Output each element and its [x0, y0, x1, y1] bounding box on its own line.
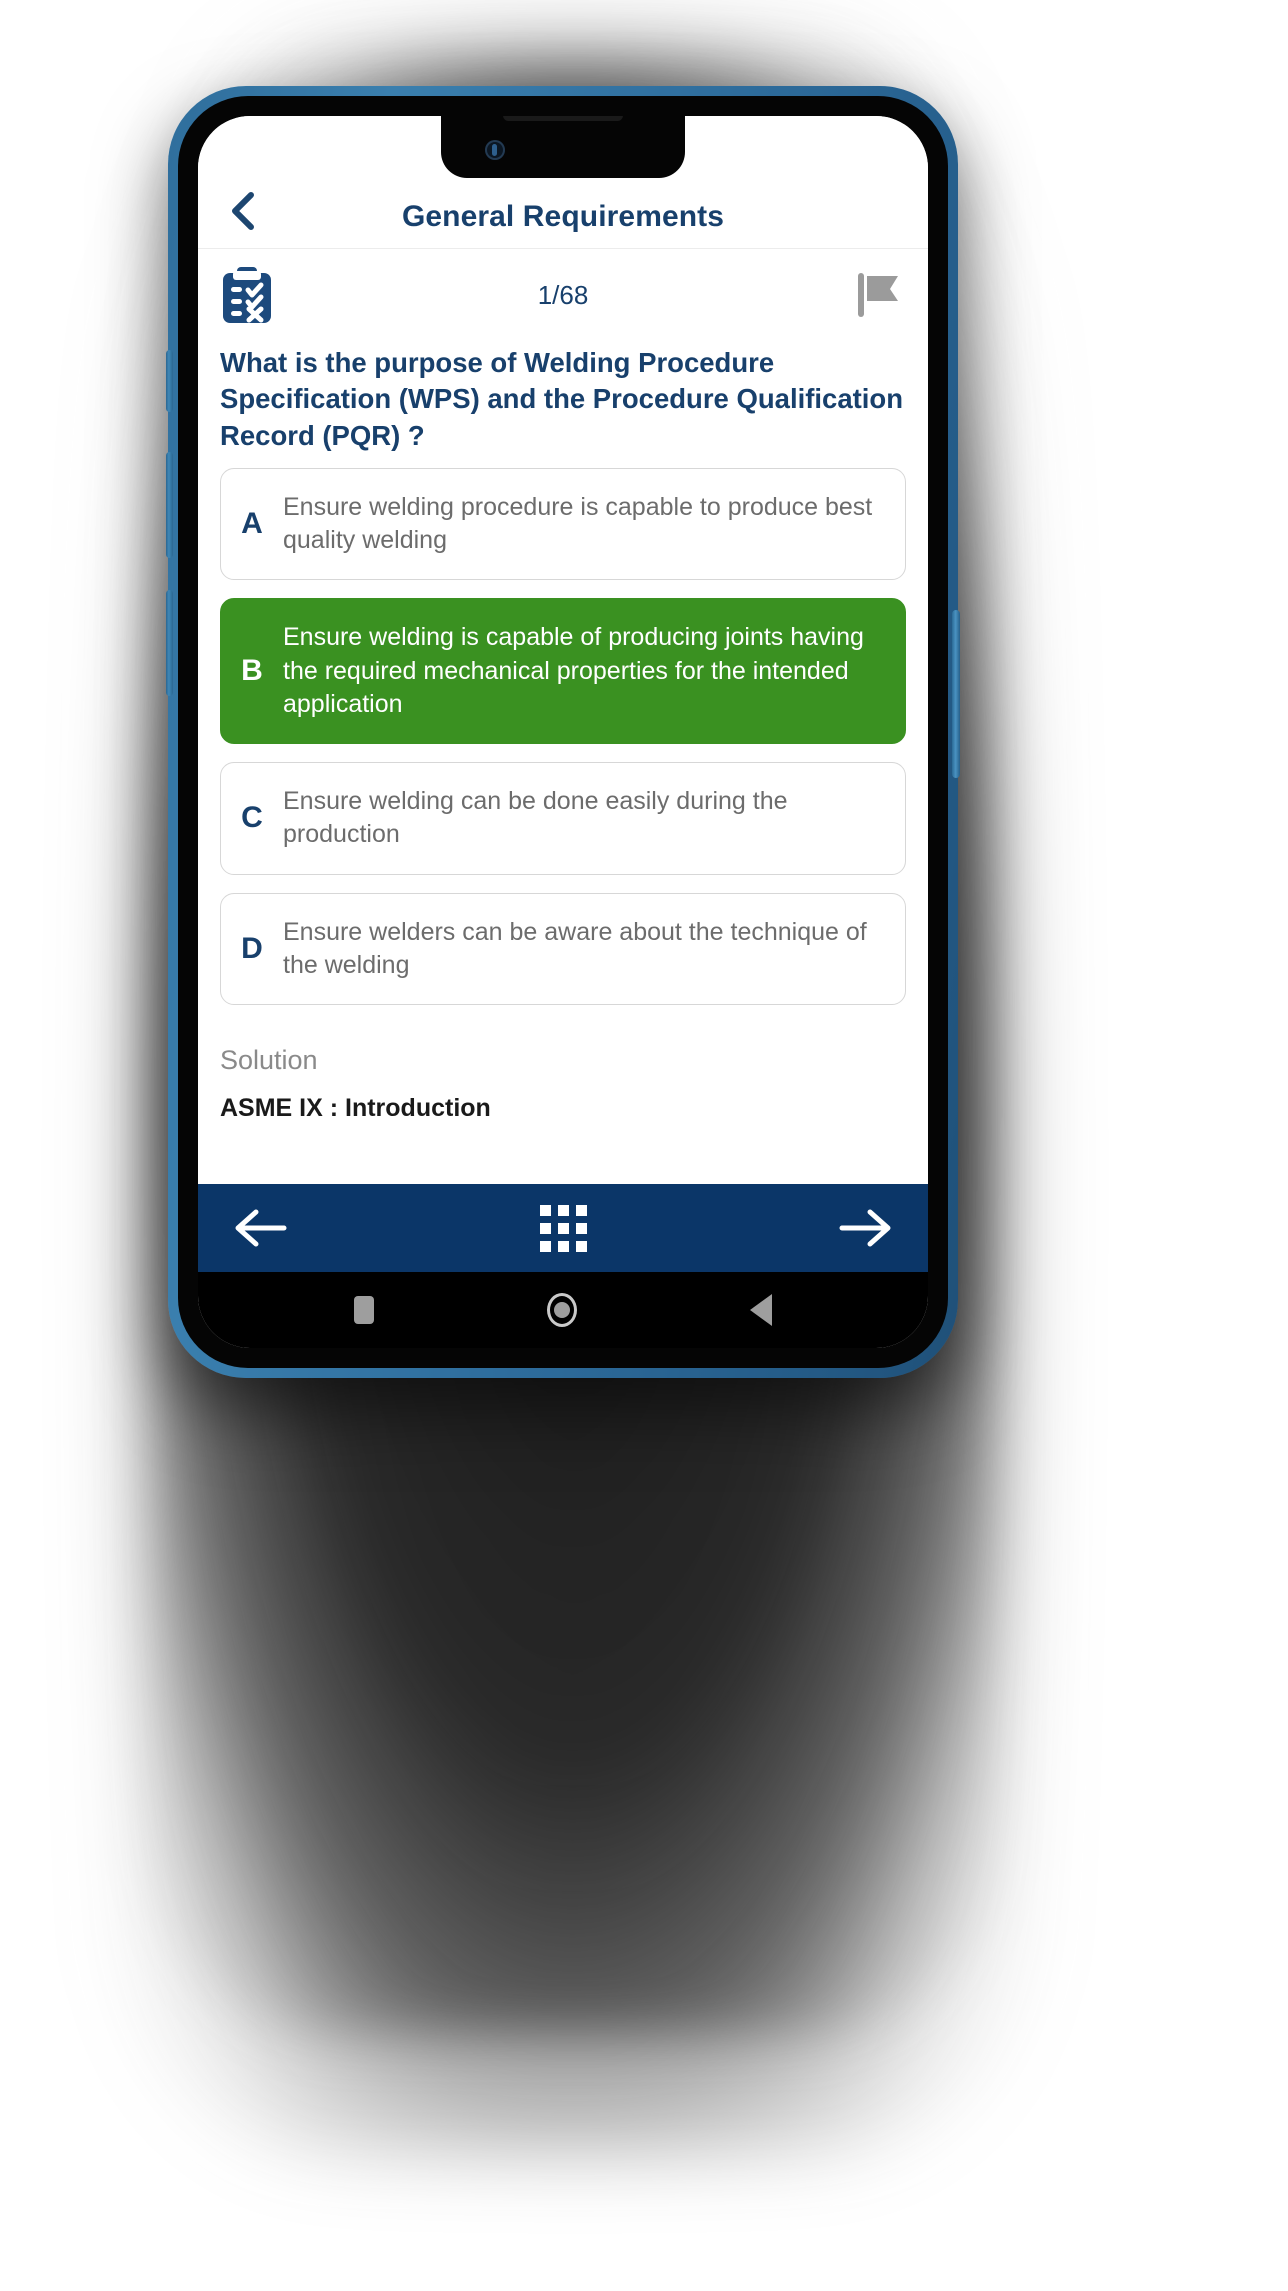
arrow-right-icon [839, 1209, 891, 1247]
mute-switch[interactable] [166, 350, 173, 412]
quiz-bottom-nav [198, 1184, 928, 1272]
question-text: What is the purpose of Welding Procedure… [220, 347, 904, 451]
clipboard-checklist-icon[interactable] [220, 265, 274, 325]
option-letter: A [241, 507, 263, 541]
page-title: General Requirements [401, 200, 725, 233]
option-text: Ensure welding procedure is capable to p… [283, 492, 873, 555]
front-camera [485, 140, 505, 160]
solution-reference: ASME IX : Introduction [220, 1094, 491, 1123]
quiz-meta-row: 1/68 [198, 249, 928, 341]
option-letter: D [241, 931, 263, 965]
circle-home-icon[interactable] [546, 1293, 577, 1327]
earpiece-speaker [503, 116, 623, 121]
flag-icon[interactable] [852, 267, 906, 323]
phone-screen: General Requirements 1/68 What is the pu… [198, 116, 928, 1348]
square-recents-icon[interactable] [354, 1296, 375, 1324]
clipboard-checklist-glyph [223, 267, 271, 323]
arrow-left-icon [235, 1209, 287, 1247]
option-letter: B [241, 654, 263, 688]
option-d[interactable]: D Ensure welders can be aware about the … [220, 892, 906, 1006]
chevron-left-glyph [232, 192, 254, 230]
android-system-nav [198, 1272, 928, 1348]
option-text: Ensure welding can be done easily during… [283, 787, 788, 849]
grid-menu-icon [539, 1204, 587, 1252]
option-b[interactable]: B Ensure welding is capable of producing… [220, 598, 906, 745]
triangle-back-icon[interactable] [749, 1294, 772, 1326]
next-question-button[interactable] [838, 1206, 894, 1250]
option-c[interactable]: C Ensure welding can be done easily duri… [220, 762, 906, 875]
solution-section: Solution ASME IX : Introduction [198, 1023, 928, 1123]
volume-up-button[interactable] [166, 452, 173, 558]
solution-label: Solution [220, 1045, 318, 1076]
previous-question-button[interactable] [232, 1206, 288, 1250]
chevron-left-icon[interactable] [220, 188, 266, 234]
question-counter: 1/68 [537, 279, 589, 310]
phone-notch [441, 116, 685, 178]
options-list: A Ensure welding procedure is capable to… [198, 454, 928, 1006]
flag-glyph [858, 273, 898, 317]
option-text: Ensure welders can be aware about the te… [283, 917, 867, 979]
question-grid-button[interactable] [539, 1204, 587, 1252]
screenshot-canvas: General Requirements 1/68 What is the pu… [0, 0, 1288, 2291]
power-button[interactable] [952, 610, 960, 778]
option-text: Ensure welding is capable of producing j… [283, 623, 864, 718]
volume-down-button[interactable] [166, 590, 173, 696]
option-letter: C [241, 801, 263, 835]
option-a[interactable]: A Ensure welding procedure is capable to… [220, 467, 906, 581]
